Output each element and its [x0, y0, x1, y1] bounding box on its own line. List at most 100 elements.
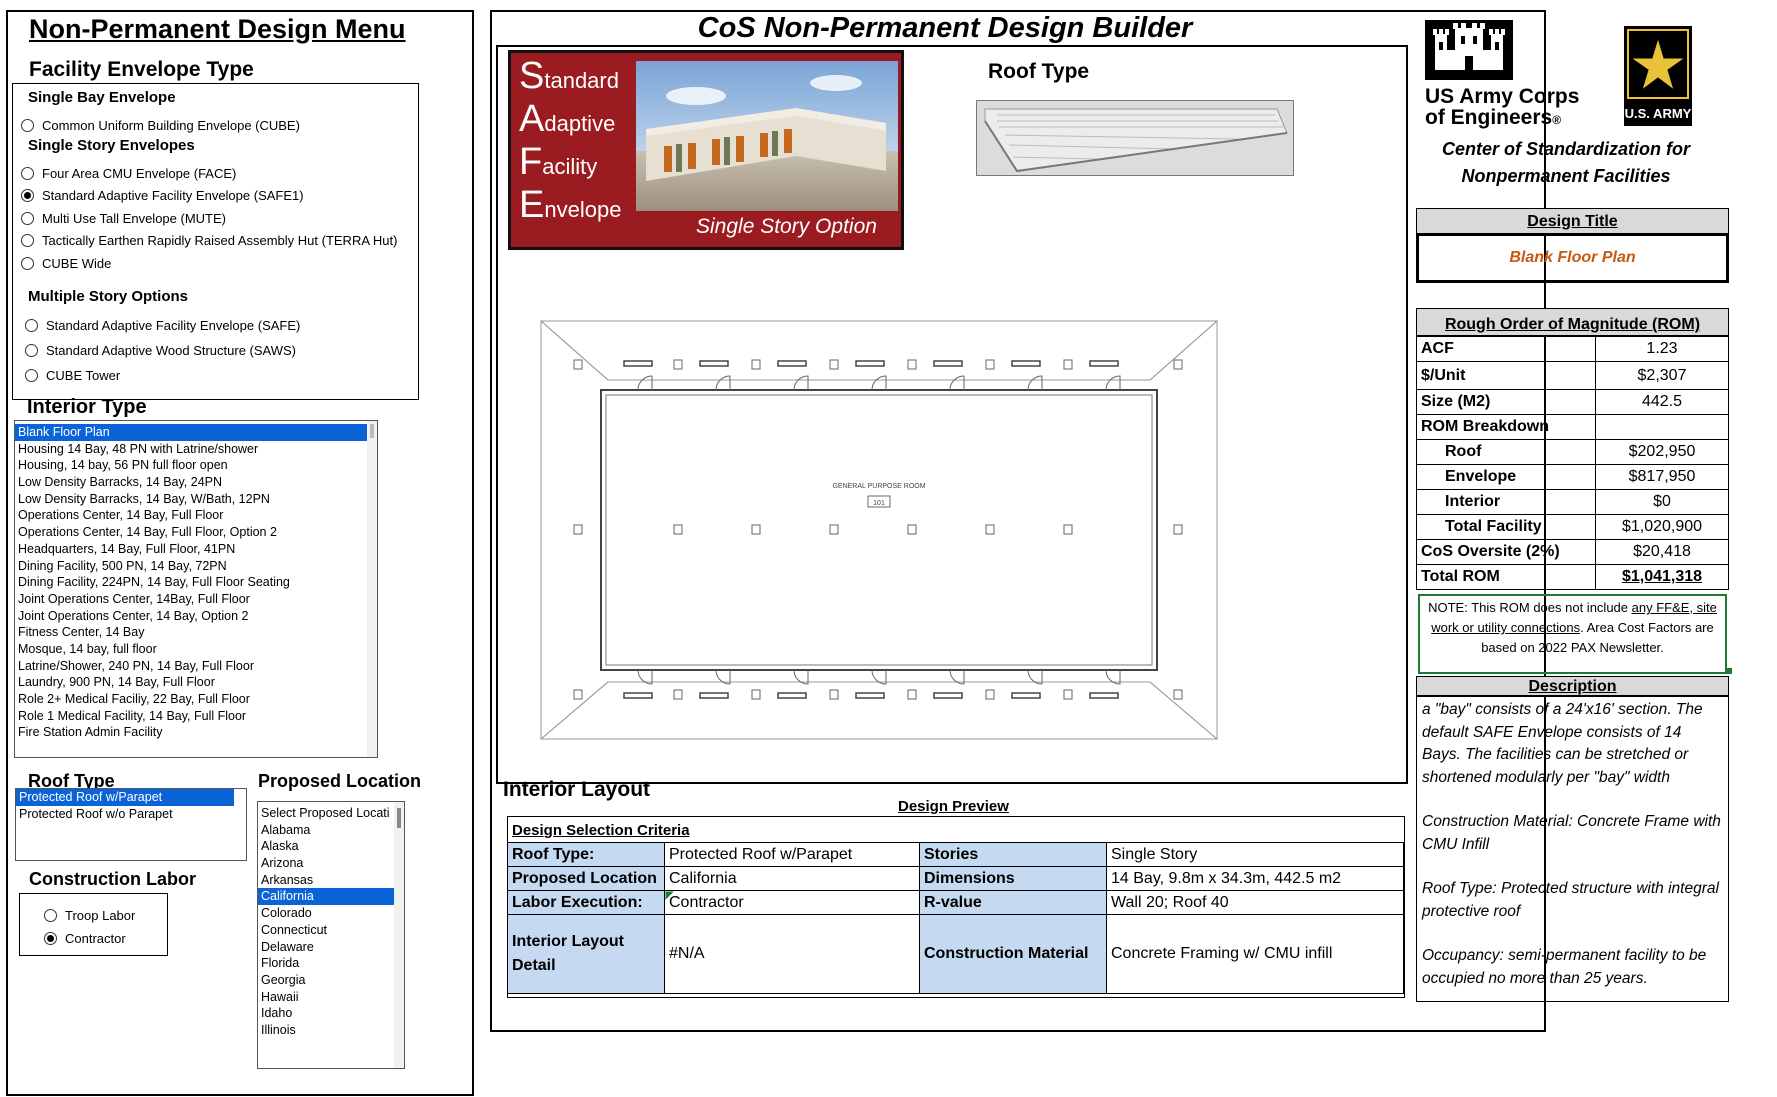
labor-option[interactable]: Contractor [44, 927, 135, 950]
radio-button[interactable] [21, 256, 34, 270]
radio-button[interactable] [25, 319, 38, 332]
building-photo [636, 61, 898, 211]
rom-note: NOTE: This ROM does not include any FF&E… [1418, 594, 1727, 674]
roof-type-value[interactable]: Protected Roof w/Parapet [664, 842, 920, 867]
stories-value[interactable]: Single Story [1106, 842, 1404, 867]
rom-row-interior: Interior $0 [1416, 489, 1729, 515]
radio-button[interactable] [21, 211, 34, 225]
roof-type-listbox[interactable]: Protected Roof w/Parapet Protected Roof w… [15, 788, 247, 861]
single-story-option[interactable]: CUBE Wide [21, 252, 397, 275]
location-listbox[interactable]: Select Proposed Locati Alabama Alaska Arizo… [257, 801, 405, 1069]
location-list-item[interactable]: Georgia [258, 972, 394, 989]
location-list-item[interactable]: Hawaii [258, 989, 394, 1006]
interior-type-list-item[interactable]: Blank Floor Plan [15, 424, 367, 441]
location-value[interactable]: California [664, 866, 920, 891]
location-list-item[interactable]: Select Proposed Locati [258, 805, 394, 822]
menu-title: Non-Permanent Design Menu [29, 14, 406, 44]
us-army-star-logo: U.S. ARMY [1624, 26, 1692, 126]
interior-type-list-item[interactable]: Headquarters, 14 Bay, Full Floor, 41PN [15, 541, 367, 558]
rom-row-acf: ACF 1.23 [1416, 336, 1729, 362]
location-list-item[interactable]: Arkansas [258, 872, 394, 889]
single-story-option[interactable]: Tactically Earthen Rapidly Raised Assemb… [21, 230, 397, 253]
r-value-value[interactable]: Wall 20; Roof 40 [1106, 890, 1404, 915]
interior-type-list-item[interactable]: Dining Facility, 500 PN, 14 Bay, 72PN [15, 558, 367, 575]
single-story-option-label: Tactically Earthen Rapidly Raised Assemb… [42, 233, 398, 249]
radio-button[interactable] [21, 234, 34, 248]
interior-type-listbox[interactable]: Blank Floor Plan Housing 14 Bay, 48 PN wi… [14, 420, 378, 758]
builder-title: CoS Non-Permanent Design Builder [697, 12, 1193, 44]
interior-type-list-item[interactable]: Housing 14 Bay, 48 PN with Latrine/showe… [15, 441, 367, 458]
dimensions-value[interactable]: 14 Bay, 9.8m x 34.3m, 442.5 m2 [1106, 866, 1404, 891]
roof-type-image [976, 100, 1294, 176]
labor-option[interactable]: Troop Labor [44, 904, 135, 927]
location-list-item[interactable]: Delaware [258, 939, 394, 956]
criteria-row: Roof Type: Protected Roof w/Parapet Stor… [507, 842, 1404, 867]
location-list-item[interactable]: Florida [258, 955, 394, 972]
location-list-item[interactable]: Alaska [258, 838, 394, 855]
multi-story-option[interactable]: Standard Adaptive Wood Structure (SAWS) [25, 338, 300, 363]
safe-acronym-capital: S [519, 55, 545, 97]
interior-type-list-item[interactable]: Low Density Barracks, 14 Bay, 24PN [15, 474, 367, 491]
center-of-standardization-label: Center of Standardization for Nonpermane… [1412, 136, 1720, 190]
construction-material-value[interactable]: Concrete Framing w/ CMU infill [1106, 914, 1404, 994]
description-occupancy: Occupancy: semi-permanent facility to be… [1422, 947, 1707, 987]
labor-heading: Construction Labor [29, 869, 196, 889]
location-scrollbar[interactable] [394, 802, 404, 1068]
location-list-item[interactable]: California [258, 888, 394, 906]
radio-button[interactable] [44, 909, 57, 922]
interior-type-list-item[interactable]: Dining Facility, 224PN, 14 Bay, Full Flo… [15, 574, 367, 591]
single-story-option[interactable]: Four Area CMU Envelope (FACE) [21, 162, 397, 185]
interior-type-list-item[interactable]: Role 1 Medical Facility, 14 Bay, Full Fl… [15, 708, 367, 725]
interior-type-list-item[interactable]: Housing, 14 bay, 56 PN full floor open [15, 457, 367, 474]
multi-story-option[interactable]: CUBE Tower [25, 363, 300, 388]
total-rom-value: $1,041,318 [1595, 564, 1729, 590]
interior-type-list-item[interactable]: Joint Operations Center, 14Bay, Full Flo… [15, 591, 367, 608]
interior-type-list-item[interactable]: Low Density Barracks, 14 Bay, W/Bath, 12… [15, 491, 367, 508]
rom-row-roof: Roof $202,950 [1416, 439, 1729, 465]
location-list-item[interactable]: Arizona [258, 855, 394, 872]
single-story-option[interactable]: Standard Adaptive Facility Envelope (SAF… [21, 185, 397, 208]
interior-type-list-item[interactable]: Mosque, 14 bay, full floor [15, 641, 367, 658]
location-list-item[interactable]: Illinois [258, 1022, 394, 1039]
interior-type-list-item[interactable]: Fire Station Admin Facility [15, 724, 367, 741]
interior-layout-detail-value[interactable]: #N/A [664, 914, 920, 994]
labor-execution-value[interactable]: Contractor [664, 890, 920, 915]
interior-type-list-item[interactable]: Operations Center, 14 Bay, Full Floor [15, 507, 367, 524]
single-story-option-label: Single Story Option [696, 215, 877, 238]
acf-label: ACF [1416, 336, 1596, 362]
single-story-option[interactable]: Multi Use Tall Envelope (MUTE) [21, 207, 397, 230]
multi-story-option-label: Standard Adaptive Wood Structure (SAWS) [46, 343, 297, 358]
safe-acronym-rest: acility [542, 154, 598, 179]
roof-type-list-item[interactable]: Protected Roof w/Parapet [16, 789, 234, 806]
interior-type-list-item[interactable]: Laundry, 900 PN, 14 Bay, Full Floor [15, 674, 367, 691]
location-list-item[interactable]: Connecticut [258, 922, 394, 939]
rom-row-unit: $/Unit $2,307 [1416, 361, 1729, 390]
single-bay-heading: Single Bay Envelope [28, 89, 176, 106]
roof-type-list-item[interactable]: Protected Roof w/o Parapet [16, 806, 234, 823]
interior-type-list-item[interactable]: Latrine/Shower, 240 PN, 14 Bay, Full Flo… [15, 658, 367, 675]
radio-button[interactable] [25, 344, 38, 357]
army-badge-text: U.S. ARMY [1625, 106, 1692, 121]
radio-button[interactable] [21, 189, 34, 203]
radio-button[interactable] [21, 166, 34, 180]
radio-button[interactable] [21, 118, 34, 132]
radio-button[interactable] [25, 369, 38, 382]
single-bay-option[interactable]: Common Uniform Building Envelope (CUBE) [21, 115, 300, 135]
interior-heading: Interior Type [27, 396, 147, 418]
rom-table: ACF 1.23 $/Unit $2,307 Size (M2) 442.5 ROM … [1416, 336, 1729, 590]
selection-fill-handle[interactable] [1726, 668, 1732, 674]
safe-envelope-banner: Standard Adaptive Facility Envelope Single … [508, 50, 904, 250]
interior-type-list-item[interactable]: Operations Center, 14 Bay, Full Floor, O… [15, 524, 367, 541]
interior-scrollbar[interactable] [367, 421, 377, 757]
interior-type-list-item[interactable]: Joint Operations Center, 14 Bay, Option … [15, 608, 367, 625]
multi-story-option[interactable]: Standard Adaptive Facility Envelope (SAF… [25, 313, 300, 338]
location-list-item[interactable]: Idaho [258, 1005, 394, 1022]
interior-type-list-item[interactable]: Fitness Center, 14 Bay [15, 624, 367, 641]
location-list-item[interactable]: Alabama [258, 822, 394, 839]
interior-type-list-item[interactable]: Role 2+ Medical Faciliy, 22 Bay, Full Fl… [15, 691, 367, 708]
location-list-item[interactable]: Colorado [258, 905, 394, 922]
criteria-row: Proposed Location California Dimensions … [507, 866, 1404, 891]
radio-button[interactable] [44, 932, 57, 945]
roof-type-preview-label: Roof Type [988, 60, 1090, 83]
criteria-row: Labor Execution: Contractor R-value Wall… [507, 890, 1404, 915]
